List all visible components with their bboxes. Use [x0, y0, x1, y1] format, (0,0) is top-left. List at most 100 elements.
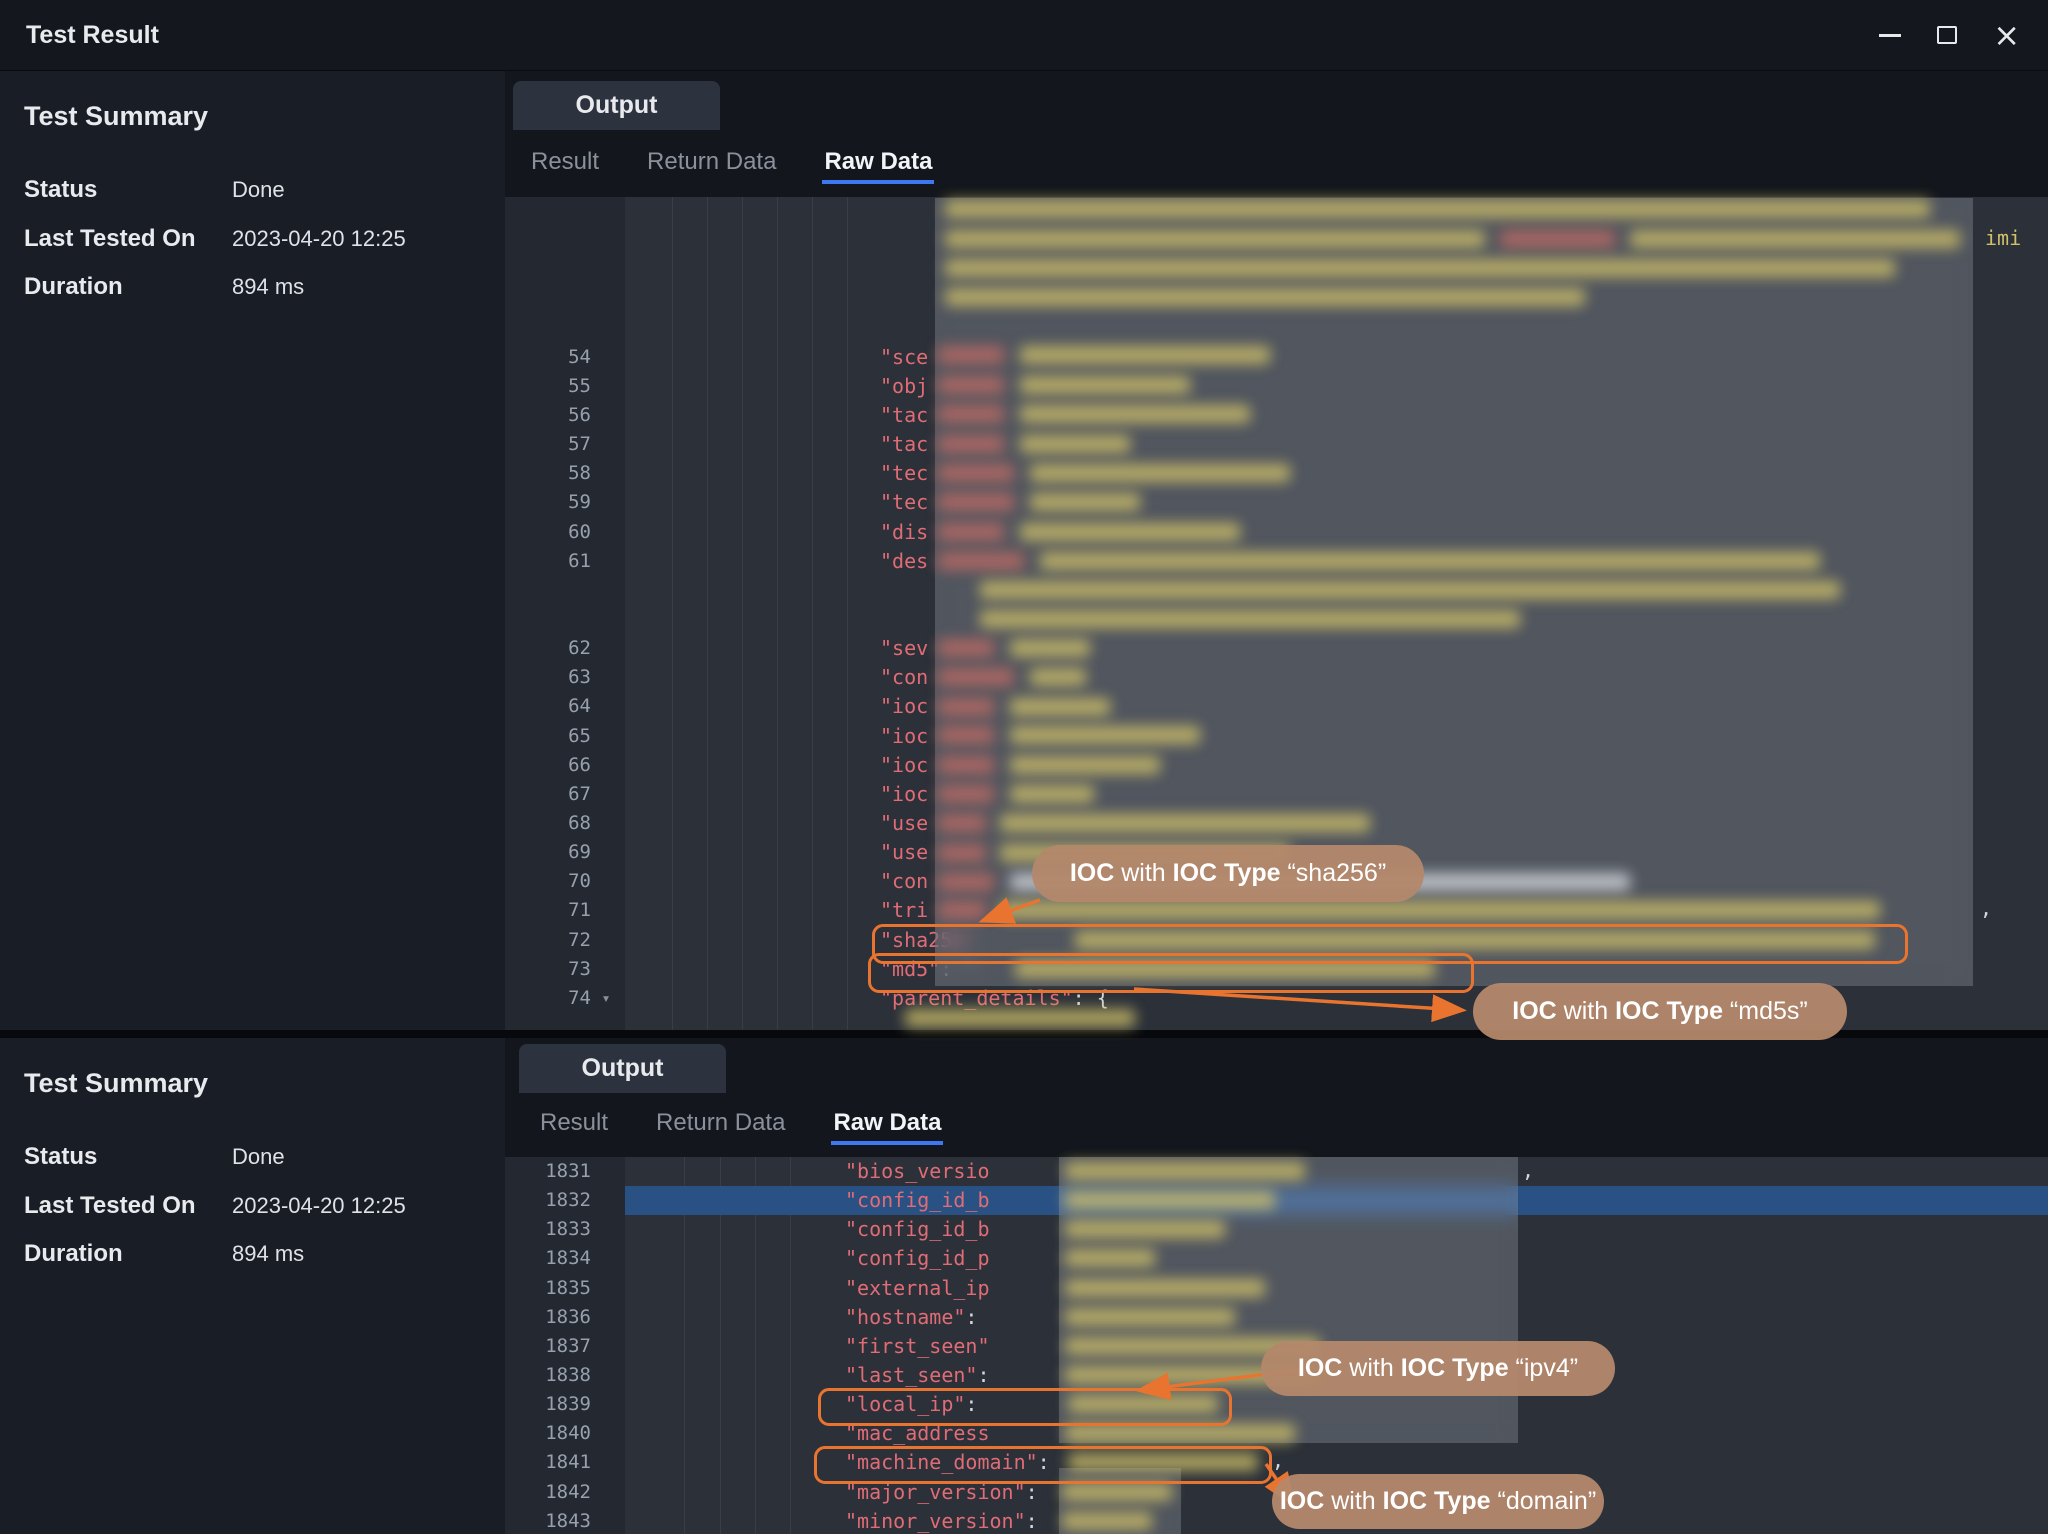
json-key: "tec [880, 461, 928, 485]
gutter-cell [505, 284, 625, 313]
json-key: "des [880, 549, 928, 573]
line-number: 1837 [505, 1332, 591, 1361]
line-number: 1838 [505, 1361, 591, 1390]
gutter-cell: 1831 [505, 1157, 625, 1186]
callout-text: “domain” [1491, 1487, 1597, 1516]
gutter-cell: 1835 [505, 1274, 625, 1303]
line-number: 1841 [505, 1448, 591, 1477]
tab-return-data[interactable]: Return Data [645, 140, 778, 184]
json-key: "tac [880, 432, 928, 456]
callout-text: “md5s” [1723, 997, 1808, 1026]
tab-return-data[interactable]: Return Data [654, 1101, 787, 1145]
json-key: "tec [880, 490, 928, 514]
close-icon[interactable]: × [1993, 19, 2020, 51]
line-number: 1832 [505, 1186, 591, 1215]
gutter-cell: 1841 [505, 1448, 625, 1477]
json-key: "minor_version" [845, 1509, 1026, 1533]
duration-label: Duration [24, 1240, 232, 1268]
json-key: "ioc [880, 694, 928, 718]
summary-title: Test Summary [24, 1068, 208, 1099]
json-key: "con [880, 869, 928, 893]
trailing-comma: , [1272, 1448, 1284, 1472]
tab-output[interactable]: Output [513, 81, 720, 130]
callout-bold: IOC Type [1401, 1354, 1509, 1383]
gutter-cell: 1837 [505, 1332, 625, 1361]
ioc-box-md5 [868, 953, 1474, 993]
json-key: "config_id_b [845, 1188, 990, 1212]
tab-output[interactable]: Output [519, 1044, 726, 1093]
line-number: 68 [505, 809, 591, 838]
gutter-cell: 1832 [505, 1186, 625, 1215]
gutter-cell: 1840 [505, 1419, 625, 1448]
title-bar: Test Result × [0, 0, 2048, 71]
gutter-cell: 1833 [505, 1215, 625, 1244]
line-number [505, 284, 591, 313]
ioc-box-local-ip [818, 1388, 1232, 1426]
gutter-cell [505, 197, 625, 226]
callout-bold: IOC [1070, 859, 1114, 888]
json-key: "config_id_p [845, 1246, 990, 1270]
line-number: 1835 [505, 1274, 591, 1303]
tab-raw-data[interactable]: Raw Data [831, 1101, 943, 1145]
json-key: "tac [880, 403, 928, 427]
json-key: "con [880, 665, 928, 689]
json-key: "ioc [880, 753, 928, 777]
gutter-cell: 68 [505, 809, 625, 838]
line-number: 60 [505, 518, 591, 547]
gutter-cell [505, 255, 625, 284]
gutter-cell: 59 [505, 488, 625, 517]
json-key: "obj [880, 374, 928, 398]
gutter-cell [505, 605, 625, 634]
minimize-icon[interactable] [1879, 34, 1901, 37]
callout-domain: IOC with IOC Type “domain” [1272, 1474, 1604, 1529]
callout-text: with [1342, 1354, 1400, 1383]
trailing-comma: , [1980, 896, 1992, 920]
gutter-cell: 1843 [505, 1507, 625, 1534]
line-number: 71 [505, 896, 591, 925]
line-number: 66 [505, 751, 591, 780]
gutter-cell: 54 [505, 343, 625, 372]
callout-sha256: IOC with IOC Type “sha256” [1032, 845, 1424, 902]
summary-panel-top: Test Summary Status Done Last Tested On … [0, 71, 505, 1030]
callout-bold: IOC Type [1615, 997, 1723, 1026]
gutter-cell: 57 [505, 430, 625, 459]
line-number: 55 [505, 372, 591, 401]
gutter-cell: 63 [505, 663, 625, 692]
status-value: Done [232, 177, 285, 203]
tab-result[interactable]: Result [529, 140, 601, 184]
json-key: "sce [880, 345, 928, 369]
callout-bold: IOC [1512, 997, 1556, 1026]
maximize-icon[interactable] [1937, 26, 1957, 44]
callout-text: with [1557, 997, 1615, 1026]
line-number: 1831 [505, 1157, 591, 1186]
callout-text: “sha256” [1281, 859, 1387, 888]
callout-bold: IOC Type [1173, 859, 1281, 888]
fold-caret-icon[interactable]: ▾ [591, 984, 621, 1013]
callout-bold: IOC [1280, 1487, 1324, 1516]
gutter-cell [505, 576, 625, 605]
window-title: Test Result [26, 0, 159, 70]
line-number: 1840 [505, 1419, 591, 1448]
tab-raw-data[interactable]: Raw Data [822, 140, 934, 184]
line-number: 70 [505, 867, 591, 896]
gutter-cell: 1838 [505, 1361, 625, 1390]
tab-result[interactable]: Result [538, 1101, 610, 1145]
status-label: Status [24, 1143, 232, 1171]
callout-ipv4: IOC with IOC Type “ipv4” [1261, 1341, 1615, 1396]
line-number: 61 [505, 547, 591, 576]
callout-bold: IOC Type [1383, 1487, 1491, 1516]
duration-label: Duration [24, 273, 232, 301]
callout-text: with [1114, 859, 1172, 888]
gutter-cell: 67 [505, 780, 625, 809]
line-number: 63 [505, 663, 591, 692]
json-key: "tri [880, 898, 928, 922]
last-tested-value: 2023-04-20 12:25 [232, 1193, 406, 1219]
line-number [505, 605, 591, 634]
summary-row-status: Status Done [24, 1143, 285, 1171]
summary-panel-bottom: Test Summary Status Done Last Tested On … [0, 1038, 505, 1534]
summary-row-last-tested: Last Tested On 2023-04-20 12:25 [24, 225, 406, 253]
line-number: 1833 [505, 1215, 591, 1244]
line-number: 72 [505, 926, 591, 955]
line-number: 1834 [505, 1244, 591, 1273]
summary-row-status: Status Done [24, 176, 285, 204]
